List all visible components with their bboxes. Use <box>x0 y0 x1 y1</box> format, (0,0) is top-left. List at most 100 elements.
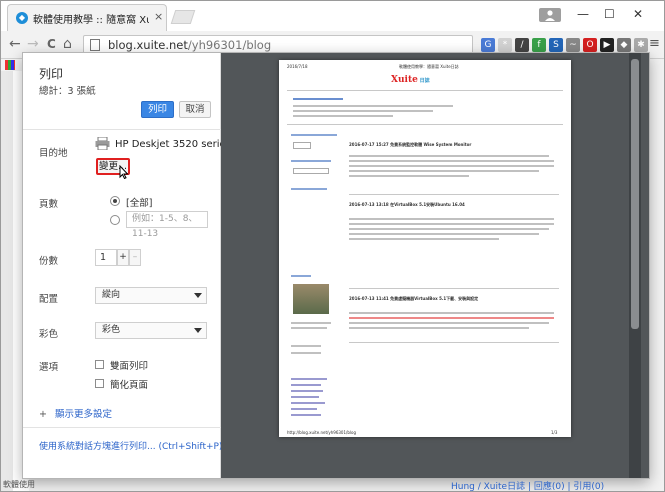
preview-rule <box>287 124 563 125</box>
chevron-down-icon <box>194 293 202 298</box>
background-page-footer[interactable]: Hung / Xuite日誌 | 回應(0) | 引用(0) <box>451 479 604 491</box>
preview-side-list <box>291 390 323 392</box>
preview-side-heading <box>291 188 327 190</box>
system-dialog-link[interactable]: 使用系統對話方塊進行列印... (Ctrl+Shift+P) <box>39 439 222 452</box>
copies-input[interactable]: 1 <box>95 249 117 266</box>
pages-label: 頁數 <box>39 199 59 210</box>
preview-post-text <box>349 160 554 162</box>
translate-icon[interactable]: G <box>481 38 495 52</box>
forward-icon[interactable]: → <box>27 36 39 52</box>
preview-date: 2016/7/18 <box>287 64 308 69</box>
shield-icon[interactable]: ◆ <box>617 38 631 52</box>
preview-post-text <box>349 175 469 177</box>
two-sided-label: 雙面列印 <box>110 361 149 372</box>
sheet-count: 總計：3 張紙 <box>39 86 96 97</box>
reload-icon[interactable]: C <box>47 37 56 51</box>
preview-side-heading <box>291 160 331 162</box>
minimize-icon[interactable]: — <box>577 7 589 21</box>
more-settings-link[interactable]: + 顯示更多設定 <box>39 406 112 420</box>
maximize-icon[interactable]: ☐ <box>604 7 615 21</box>
tab-title: 軟體使用教學 :: 隨意窩 Xu <box>33 15 149 26</box>
apps-icon[interactable] <box>5 60 15 70</box>
browser-window: ◆ 軟體使用教學 :: 隨意窩 Xu × — ☐ ✕ ← → C ⌂ blog.… <box>0 0 665 492</box>
preview-post-text <box>349 165 554 167</box>
feedly-icon[interactable]: f <box>532 38 546 52</box>
address-bar[interactable]: blog.xuite.net/yh96301/blog ★ <box>83 35 544 55</box>
pen-icon[interactable]: / <box>515 38 529 52</box>
chrome-menu-icon[interactable]: ≡ <box>649 36 660 51</box>
more-settings-label: 顯示更多設定 <box>54 409 112 420</box>
options-label: 選項 <box>39 362 59 373</box>
preview-text-bar <box>293 110 433 112</box>
pages-all-radio[interactable] <box>110 196 120 206</box>
url-host: blog.xuite.net <box>108 38 188 52</box>
preview-heading-bar <box>293 98 343 100</box>
preview-page-number: 1/3 <box>551 430 558 435</box>
preview-post-text <box>349 228 549 230</box>
preview-side-list <box>291 408 317 410</box>
page-icon <box>90 39 100 51</box>
preview-side-list <box>291 402 325 404</box>
preview-post-text <box>349 322 549 324</box>
pages-all-label: [全部] <box>126 198 153 209</box>
preview-post-text <box>349 238 499 240</box>
layout-select[interactable]: 縱向 <box>95 287 207 304</box>
opera-icon[interactable]: O <box>583 38 597 52</box>
close-window-icon[interactable]: ✕ <box>633 7 643 21</box>
tab-active[interactable]: ◆ 軟體使用教學 :: 隨意窩 Xu × <box>7 4 167 31</box>
preview-side-text <box>291 322 331 324</box>
copies-decrement-button[interactable]: – <box>129 249 141 266</box>
back-icon[interactable]: ← <box>9 36 21 52</box>
preview-post-text <box>349 327 529 329</box>
url-text: blog.xuite.net/yh96301/blog <box>108 38 271 52</box>
preview-site-title: 軟體使用教學：隨意窩 Xuite日誌 <box>399 64 459 69</box>
layout-label: 配置 <box>39 294 59 305</box>
preview-side-text <box>291 345 321 347</box>
profile-icon[interactable] <box>539 8 561 22</box>
preview-side-box <box>293 168 329 174</box>
tool-icon[interactable]: ~ <box>566 38 580 52</box>
preview-side-list <box>291 396 319 398</box>
preview-post-text <box>349 312 554 314</box>
preview-text-bar <box>293 105 453 107</box>
home-icon[interactable]: ⌂ <box>63 36 72 52</box>
puzzle-icon[interactable]: ✱ <box>634 38 648 52</box>
preview-rule <box>349 342 559 343</box>
two-sided-checkbox[interactable] <box>95 360 104 369</box>
simplify-page-checkbox[interactable] <box>95 379 104 388</box>
xuite-logo: Xuite 日誌 <box>391 75 430 85</box>
preview-post-title: 2016-07-13 11:41 免費虛擬機器VirtualBox 5.1下載、… <box>349 296 479 301</box>
preview-post-text <box>349 317 554 319</box>
preview-rule <box>287 90 563 91</box>
cancel-button[interactable]: 取消 <box>179 101 211 118</box>
preview-side-heading <box>291 275 311 277</box>
new-tab-button[interactable] <box>170 10 196 24</box>
play-icon[interactable]: ▶ <box>600 38 614 52</box>
plus-icon: + <box>39 409 47 420</box>
preview-post-title: 2016-07-13 13:18 在VirtualBox 5.1安裝Ubuntu… <box>349 202 465 207</box>
copies-increment-button[interactable]: + <box>117 249 129 266</box>
screenshot-icon[interactable]: S <box>549 38 563 52</box>
print-preview: 2016/7/18 軟體使用教學：隨意窩 Xuite日誌 Xuite 日誌 20… <box>221 53 649 478</box>
tab-close-icon[interactable]: × <box>154 10 163 23</box>
preview-rule <box>349 194 559 195</box>
tab-strip: ◆ 軟體使用教學 :: 隨意窩 Xu × — ☐ ✕ <box>1 1 664 31</box>
pages-range-input[interactable]: 例如：1-5、8、11-13 <box>126 211 208 239</box>
lastpass-icon[interactable]: * <box>498 38 512 52</box>
background-page-sidebar <box>1 71 13 491</box>
color-select[interactable]: 彩色 <box>95 322 207 339</box>
preview-post-text <box>349 223 554 225</box>
preview-side-list <box>291 378 327 380</box>
preview-post-text <box>349 155 549 157</box>
preview-side-list <box>291 414 321 416</box>
divider <box>23 129 221 130</box>
simplify-page-label: 簡化頁面 <box>110 380 149 391</box>
pages-custom-radio[interactable] <box>110 215 120 225</box>
preview-scrollbar-thumb[interactable] <box>631 59 639 329</box>
print-button[interactable]: 列印 <box>141 101 174 118</box>
preview-photo <box>293 284 329 314</box>
color-value: 彩色 <box>102 325 121 335</box>
copies-label: 份數 <box>39 256 59 267</box>
mouse-cursor-icon <box>119 165 129 179</box>
url-path: /yh96301/blog <box>187 38 272 52</box>
